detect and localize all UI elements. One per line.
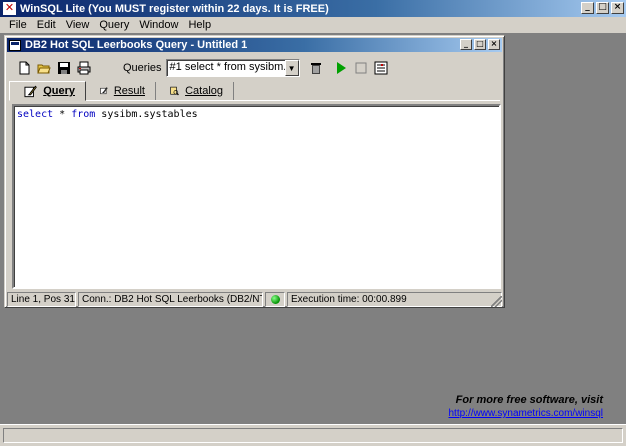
- tab-catalog-label: Catalog: [185, 85, 223, 97]
- query-child-window: DB2 Hot SQL Leerbooks Query - Untitled 1…: [4, 35, 505, 308]
- save-query-button[interactable]: [55, 59, 73, 77]
- delete-query-button[interactable]: [307, 59, 325, 77]
- result-icon: [100, 87, 108, 95]
- sql-table-name: sysibm.systables: [95, 109, 198, 120]
- cursor-position: Line 1, Pos 31: [7, 292, 76, 307]
- menu-window[interactable]: Window: [134, 17, 183, 33]
- execution-time: Execution time: 00:00.899: [287, 292, 502, 307]
- new-file-icon: [19, 61, 30, 75]
- winsql-app-icon[interactable]: ✕: [3, 2, 16, 15]
- sql-keyword-from: from: [71, 109, 96, 120]
- child-window-controls: _ □ ×: [460, 39, 500, 50]
- new-query-button[interactable]: [15, 59, 33, 77]
- winsql-app: ✕ WinSQL Lite (You MUST register within …: [0, 0, 626, 446]
- app-title: WinSQL Lite (You MUST register within 22…: [20, 2, 329, 15]
- query-status-bar: Line 1, Pos 31 Conn.: DB2 Hot SQL Leerbo…: [7, 292, 502, 307]
- tab-query[interactable]: Query: [9, 81, 86, 101]
- stop-icon: [355, 62, 367, 74]
- query-toolbar: Queries #1 select * from sysibm... ▼: [9, 55, 500, 81]
- child-title-bar[interactable]: DB2 Hot SQL Leerbooks Query - Untitled 1…: [7, 38, 502, 52]
- sql-editor[interactable]: select * from sysibm.systables: [12, 104, 501, 289]
- menu-help[interactable]: Help: [183, 17, 216, 33]
- maximize-icon[interactable]: □: [596, 2, 609, 14]
- app-status-cell: [3, 428, 623, 443]
- child-title: DB2 Hot SQL Leerbooks Query - Untitled 1: [25, 39, 248, 51]
- connection-status-indicator: [265, 292, 285, 307]
- pencil-icon: [24, 85, 37, 98]
- queries-selected-value: #1 select * from sysibm...: [169, 61, 285, 73]
- menu-view[interactable]: View: [61, 17, 95, 33]
- trash-icon: [310, 63, 321, 74]
- options-list-icon: [374, 61, 388, 75]
- open-folder-icon: [37, 64, 51, 74]
- open-query-button[interactable]: [35, 59, 53, 77]
- promo-link[interactable]: http://www.synametrics.com/winsql: [449, 408, 604, 419]
- print-query-button[interactable]: [75, 59, 93, 77]
- tab-query-label: Query: [43, 85, 75, 97]
- connection-info: Conn.: DB2 Hot SQL Leerbooks (DB2/NT): [78, 292, 263, 307]
- sql-keyword-select: select: [17, 109, 54, 120]
- child-close-icon[interactable]: ×: [488, 39, 500, 50]
- tab-catalog[interactable]: Catalog: [156, 82, 234, 100]
- tab-result[interactable]: Result: [86, 82, 156, 100]
- view-tabs: Query Result Catalog: [9, 81, 500, 101]
- app-window-controls: _ □ ×: [581, 2, 624, 14]
- close-icon[interactable]: ×: [611, 2, 624, 14]
- menu-file[interactable]: File: [4, 17, 32, 33]
- menu-bar: File Edit View Query Window Help: [0, 17, 626, 33]
- minimize-icon[interactable]: _: [581, 2, 594, 14]
- resize-grip-icon[interactable]: [491, 296, 502, 307]
- catalog-icon: [170, 86, 179, 96]
- app-status-bar: [0, 424, 626, 446]
- document-icon[interactable]: [9, 39, 21, 51]
- menu-query[interactable]: Query: [94, 17, 134, 33]
- stop-query-button[interactable]: [352, 59, 370, 77]
- print-icon: [77, 61, 91, 75]
- app-title-bar[interactable]: ✕ WinSQL Lite (You MUST register within …: [0, 0, 626, 17]
- sql-star: *: [53, 109, 72, 120]
- sql-line-1: select * from sysibm.systables: [17, 108, 496, 121]
- child-minimize-icon[interactable]: _: [460, 39, 472, 50]
- menu-edit[interactable]: Edit: [32, 17, 61, 33]
- promo-text: For more free software, visit: [455, 394, 603, 406]
- green-led-icon: [270, 295, 280, 304]
- mdi-client-area: DB2 Hot SQL Leerbooks Query - Untitled 1…: [0, 33, 626, 424]
- save-disk-icon: [58, 62, 70, 74]
- queries-label: Queries: [123, 62, 162, 74]
- tab-result-label: Result: [113, 85, 145, 97]
- execute-query-button[interactable]: [332, 59, 350, 77]
- child-maximize-icon[interactable]: □: [474, 39, 486, 50]
- chevron-down-icon[interactable]: ▼: [284, 60, 299, 76]
- queries-dropdown[interactable]: #1 select * from sysibm... ▼: [165, 59, 300, 77]
- query-options-button[interactable]: [372, 59, 390, 77]
- play-icon: [336, 62, 346, 74]
